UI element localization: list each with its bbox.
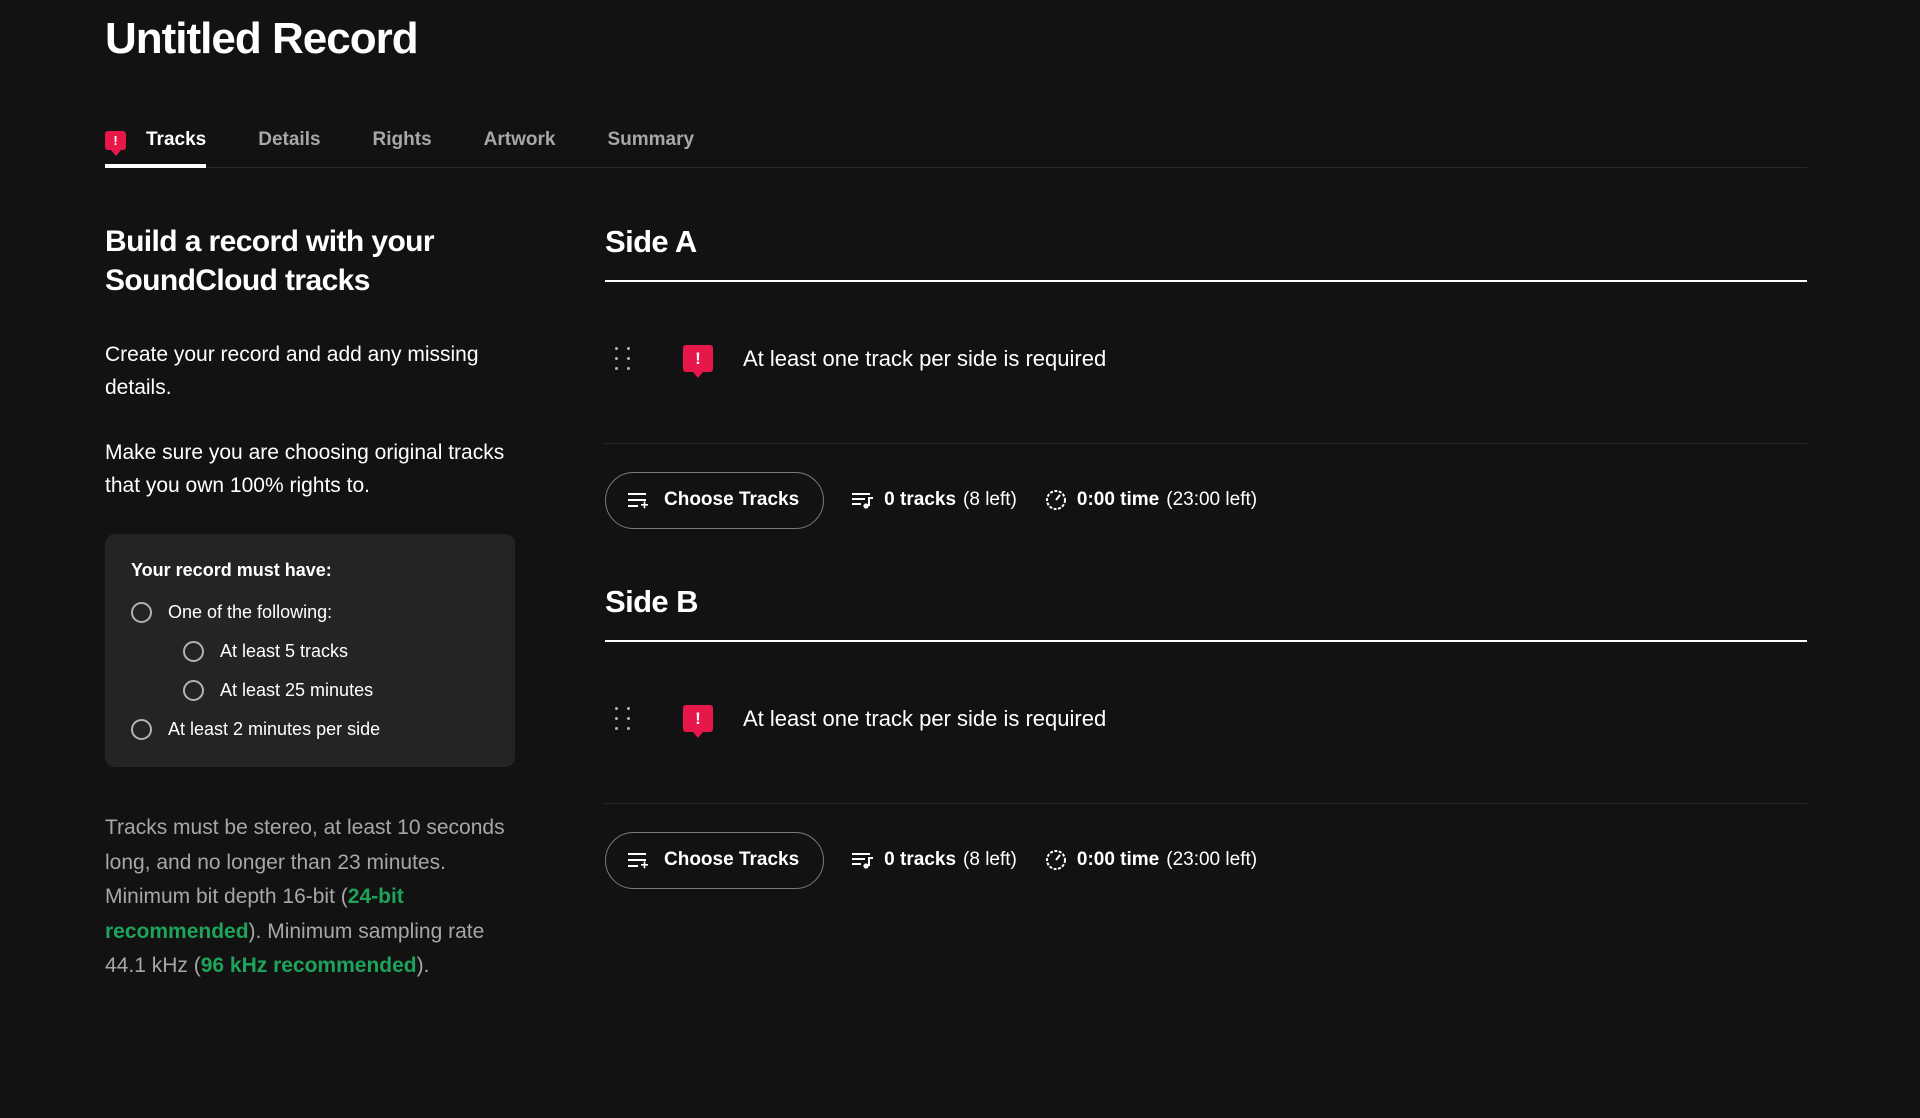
audio-specs-text: Tracks must be stereo, at least 10 secon… <box>105 811 515 984</box>
requirements-title: Your record must have: <box>131 560 332 580</box>
time-remaining: (23:00 left) <box>1166 489 1258 510</box>
choose-tracks-button[interactable]: Choose Tracks <box>605 471 825 529</box>
requirement-item: At least 25 minutes <box>131 671 489 710</box>
warning-icon: ! <box>105 130 126 156</box>
track-list-icon <box>852 493 874 509</box>
requirements-box: Your record must have: One of the follow… <box>105 534 515 767</box>
status-circle-icon <box>183 641 204 662</box>
track-count-stat: 0 tracks (8 left) <box>852 489 1017 511</box>
tab-summary[interactable]: Summary <box>607 112 694 164</box>
rights-paragraph: Make sure you are choosing original trac… <box>105 441 505 497</box>
track-list-icon <box>852 853 874 869</box>
track-count: 0 tracks <box>884 849 957 870</box>
empty-side-message: At least one track per side is required <box>743 345 1107 371</box>
track-count: 0 tracks <box>884 489 957 510</box>
drag-handle-icon[interactable] <box>615 707 635 730</box>
track-count-stat: 0 tracks (8 left) <box>852 849 1017 871</box>
tab-label: Details <box>258 129 321 150</box>
specs-text: Tracks must be stereo, at least 10 secon… <box>105 816 505 908</box>
choose-tracks-button[interactable]: Choose Tracks <box>605 831 825 889</box>
tab-label: Tracks <box>146 129 207 150</box>
tab-details[interactable]: Details <box>258 112 320 164</box>
specs-highlight: 96 kHz recommended <box>200 954 417 977</box>
side-a-section: Side A ! At least one track per side is … <box>605 222 1807 548</box>
status-circle-icon <box>183 680 204 701</box>
time-stat: 0:00 time (23:00 left) <box>1045 849 1257 871</box>
side-b-section: Side B ! At least one track per side is … <box>605 582 1807 908</box>
tab-rights[interactable]: Rights <box>373 112 432 164</box>
tab-artwork[interactable]: Artwork <box>484 112 556 164</box>
requirement-item: One of the following: <box>131 593 489 632</box>
empty-track-row: ! At least one track per side is require… <box>605 642 1807 804</box>
requirement-label: At least 5 tracks <box>220 641 349 661</box>
requirement-item: At least 2 minutes per side <box>131 710 489 749</box>
tab-bar: ! Tracks Details Rights Artwork Summary <box>105 112 1807 168</box>
tab-label: Summary <box>607 129 695 150</box>
playlist-icon <box>628 493 648 509</box>
tab-tracks[interactable]: ! Tracks <box>105 112 207 168</box>
tracks-remaining: (8 left) <box>963 489 1017 510</box>
time-stat: 0:00 time (23:00 left) <box>1045 489 1257 511</box>
status-circle-icon <box>131 719 152 740</box>
empty-track-row: ! At least one track per side is require… <box>605 282 1807 444</box>
tab-label: Rights <box>372 129 432 150</box>
choose-tracks-label: Choose Tracks <box>664 849 800 870</box>
time-total: 0:00 time <box>1076 489 1160 510</box>
requirement-label: At least 2 minutes per side <box>168 719 381 739</box>
side-title: Side B <box>605 582 1807 642</box>
status-circle-icon <box>131 602 152 623</box>
choose-tracks-label: Choose Tracks <box>664 489 800 510</box>
tracks-remaining: (8 left) <box>963 849 1017 870</box>
timer-icon <box>1045 850 1066 870</box>
requirement-item: At least 5 tracks <box>131 632 489 671</box>
intro-heading: Build a record with your SoundCloud trac… <box>105 225 435 297</box>
timer-icon <box>1045 490 1066 510</box>
record-builder-page: Untitled Record ! Tracks Details Rights … <box>0 0 1920 1118</box>
side-title: Side A <box>605 222 1807 282</box>
page-title: Untitled Record <box>105 14 419 63</box>
specs-text: ). <box>416 954 430 977</box>
time-total: 0:00 time <box>1076 849 1160 870</box>
side-controls: Choose Tracks 0 tracks (8 left) 0:00 tim… <box>605 804 1807 908</box>
side-controls: Choose Tracks 0 tracks (8 left) 0:00 tim… <box>605 444 1807 548</box>
time-remaining: (23:00 left) <box>1166 849 1258 870</box>
info-column: Build a record with your SoundCloud trac… <box>105 222 515 984</box>
tab-label: Artwork <box>483 129 556 150</box>
warning-icon: ! <box>683 705 713 738</box>
intro-paragraph: Create your record and add any missing d… <box>105 343 479 399</box>
requirement-label: At least 25 minutes <box>220 680 374 700</box>
warning-icon: ! <box>683 345 713 378</box>
requirement-label: One of the following: <box>168 602 333 622</box>
drag-handle-icon[interactable] <box>615 347 635 370</box>
playlist-icon <box>628 853 648 869</box>
empty-side-message: At least one track per side is required <box>743 705 1107 731</box>
